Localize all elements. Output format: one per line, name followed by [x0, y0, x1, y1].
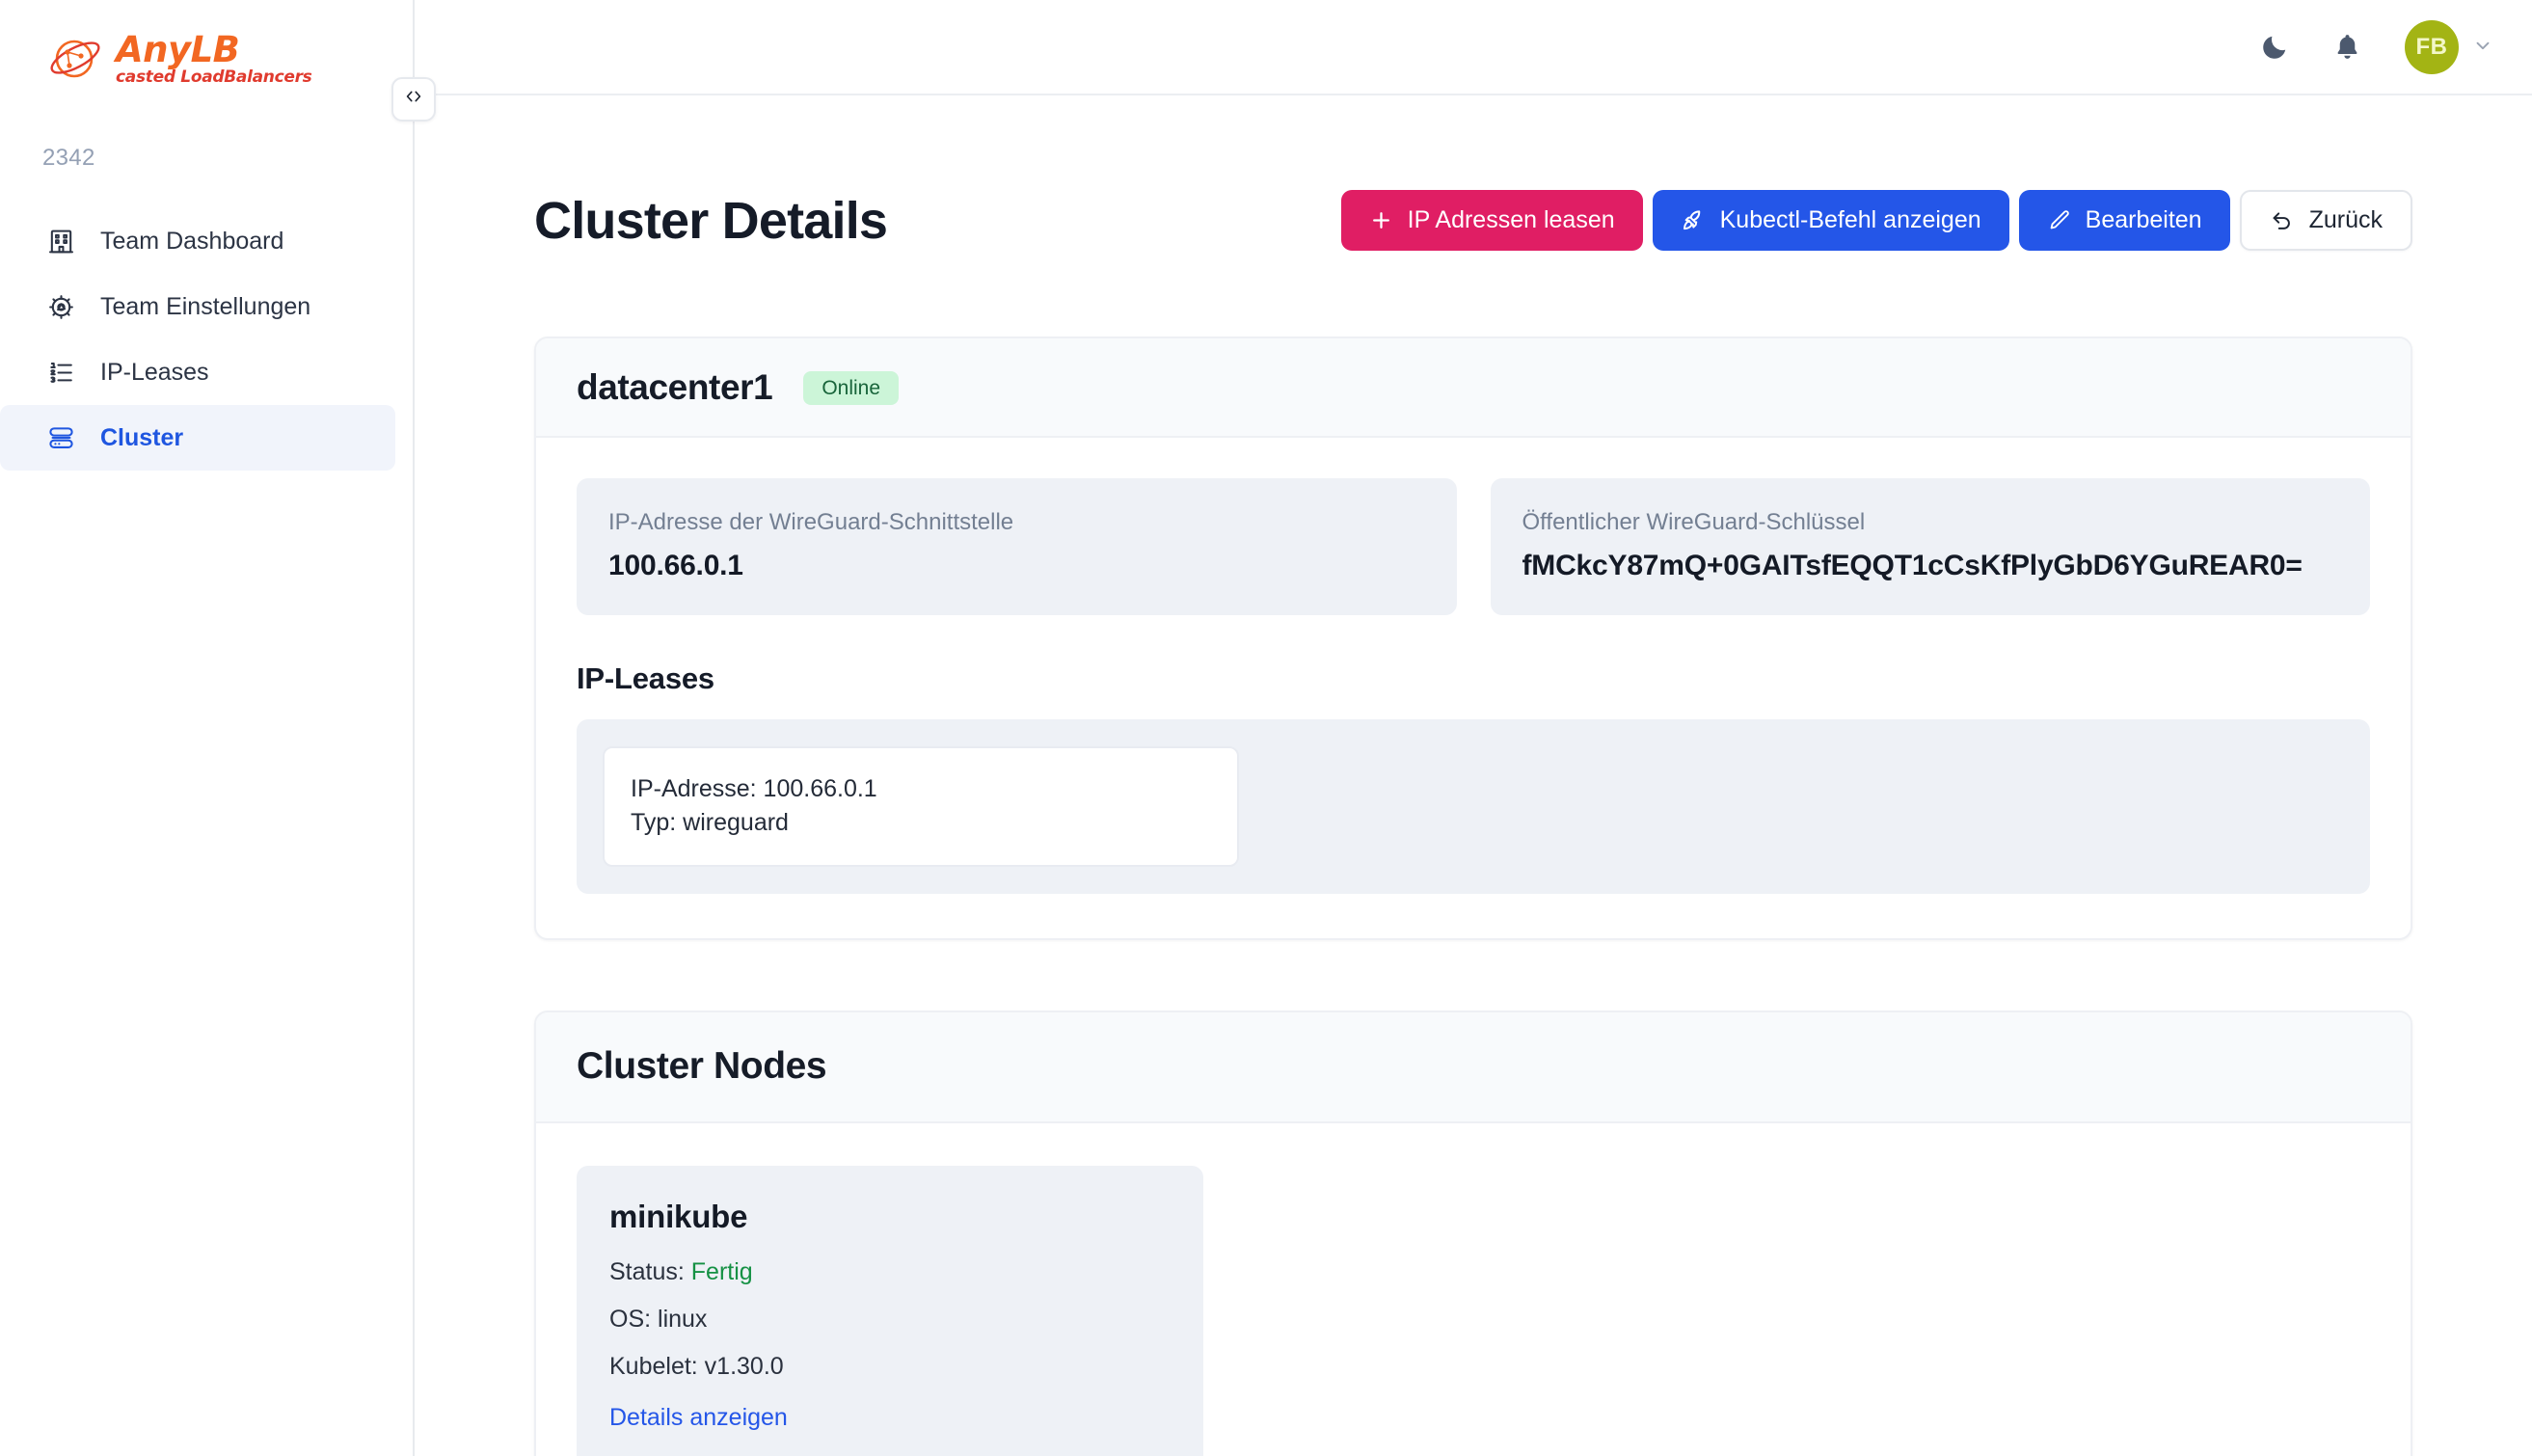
- cluster-detail-card: datacenter1 Online IP-Adresse der WireGu…: [534, 337, 2412, 940]
- show-kubectl-command-button[interactable]: Kubectl-Befehl anzeigen: [1652, 190, 2009, 251]
- server-icon: [46, 423, 76, 453]
- code-chevrons-icon: [403, 86, 424, 113]
- cluster-info-grid: IP-Adresse der WireGuard-Schnittstelle 1…: [577, 478, 2370, 615]
- info-value: fMCkcY87mQ+0GAITsfEQQT1cCsKfPlyGbD6YGuRE…: [1522, 550, 2303, 581]
- ip-leases-section-title: IP-Leases: [577, 661, 714, 695]
- bell-icon[interactable]: [2332, 32, 2362, 62]
- avatar: FB: [2405, 19, 2459, 74]
- cluster-card-header: datacenter1 Online: [536, 338, 2411, 438]
- list-item[interactable]: IP-Adresse: 100.66.0.1 Typ: wireguard: [603, 746, 1239, 867]
- node-card: minikube Status: Fertig OS: linux Kubele…: [577, 1166, 1203, 1456]
- list-icon: [46, 358, 76, 388]
- node-os-row: OS: linux: [609, 1306, 708, 1333]
- brand-tagline: casted LoadBalancers: [116, 67, 312, 87]
- main-area: FB Cluster Details IP Adressen leasen Ku…: [415, 0, 2532, 1456]
- node-name: minikube: [609, 1199, 748, 1234]
- lease-ip-addresses-button[interactable]: IP Adressen leasen: [1340, 190, 1643, 251]
- cluster-nodes-card: Cluster Nodes minikube Status: Fertig OS…: [534, 1011, 2412, 1456]
- page-header: Cluster Details IP Adressen leasen Kubec…: [534, 95, 2412, 251]
- brand-logo[interactable]: AnyLB casted LoadBalancers: [0, 0, 413, 93]
- sidebar-item-label: Team Dashboard: [100, 227, 284, 255]
- back-button[interactable]: Zurück: [2239, 190, 2412, 251]
- moon-icon[interactable]: [2260, 32, 2290, 62]
- node-details-link[interactable]: Details anzeigen: [609, 1404, 788, 1432]
- page-actions: IP Adressen leasen Kubectl-Befehl anzeig…: [1340, 190, 2412, 251]
- topbar: FB: [415, 0, 2532, 95]
- rocket-icon: [1681, 208, 1706, 233]
- undo-arrow-icon: [2270, 208, 2295, 233]
- button-label: IP Adressen leasen: [1407, 206, 1615, 233]
- lease-address: IP-Adresse: 100.66.0.1: [631, 775, 877, 802]
- edit-button[interactable]: Bearbeiten: [2018, 190, 2230, 251]
- gear-icon: [46, 292, 76, 322]
- info-label: Öffentlicher WireGuard-Schlüssel: [1522, 509, 1866, 535]
- ip-leases-panel: IP-Adresse: 100.66.0.1 Typ: wireguard: [577, 719, 2370, 894]
- button-label: Bearbeiten: [2085, 206, 2202, 233]
- pencil-icon: [2047, 208, 2071, 232]
- lease-type: Typ: wireguard: [631, 808, 789, 836]
- wireguard-public-key-box: Öffentlicher WireGuard-Schlüssel fMCkcY8…: [1490, 478, 2370, 615]
- cluster-nodes-body: minikube Status: Fertig OS: linux Kubele…: [536, 1123, 2411, 1456]
- cluster-nodes-title: Cluster Nodes: [577, 1045, 827, 1087]
- sidebar: AnyLB casted LoadBalancers 2342 Team Das…: [0, 0, 436, 1456]
- node-status-value: Fertig: [690, 1258, 753, 1285]
- info-value: 100.66.0.1: [608, 550, 743, 581]
- cluster-nodes-header: Cluster Nodes: [536, 1012, 2411, 1123]
- node-status-label: Status:: [609, 1258, 685, 1285]
- info-label: IP-Adresse der WireGuard-Schnittstelle: [608, 509, 1014, 535]
- node-status-row: Status: Fertig: [609, 1258, 1171, 1286]
- planet-logo-icon: [46, 31, 106, 87]
- page-title: Cluster Details: [534, 191, 888, 250]
- sidebar-item-label: Cluster: [100, 423, 184, 451]
- sidebar-item-label: Team Einstellungen: [100, 292, 311, 320]
- cluster-name: datacenter1: [577, 367, 773, 407]
- user-menu[interactable]: FB: [2405, 19, 2493, 74]
- sidebar-item-ip-leases[interactable]: IP-Leases: [0, 339, 395, 405]
- brand-name: AnyLB: [116, 29, 240, 70]
- plus-icon: [1369, 208, 1393, 232]
- sidebar-item-cluster[interactable]: Cluster: [0, 405, 395, 471]
- status-badge: Online: [803, 370, 900, 405]
- node-kubelet-row: Kubelet: v1.30.0: [609, 1353, 784, 1380]
- sidebar-nav: Team Dashboard Team Einstellungen IP-Lea…: [0, 208, 413, 471]
- team-id-label: 2342: [42, 145, 95, 171]
- sidebar-item-label: IP-Leases: [100, 358, 209, 386]
- sidebar-collapse-toggle[interactable]: [391, 77, 436, 121]
- cluster-card-body: IP-Adresse der WireGuard-Schnittstelle 1…: [536, 438, 2411, 938]
- wireguard-interface-ip-box: IP-Adresse der WireGuard-Schnittstelle 1…: [577, 478, 1457, 615]
- sidebar-item-team-dashboard[interactable]: Team Dashboard: [0, 208, 395, 274]
- sidebar-item-team-einstellungen[interactable]: Team Einstellungen: [0, 274, 395, 339]
- button-label: Zurück: [2308, 206, 2383, 233]
- page-content: Cluster Details IP Adressen leasen Kubec…: [415, 95, 2532, 1456]
- button-label: Kubectl-Befehl anzeigen: [1719, 206, 1981, 233]
- chevron-down-icon: [2472, 35, 2493, 60]
- building-icon: [46, 227, 76, 256]
- app-root: AnyLB casted LoadBalancers 2342 Team Das…: [0, 0, 2532, 1456]
